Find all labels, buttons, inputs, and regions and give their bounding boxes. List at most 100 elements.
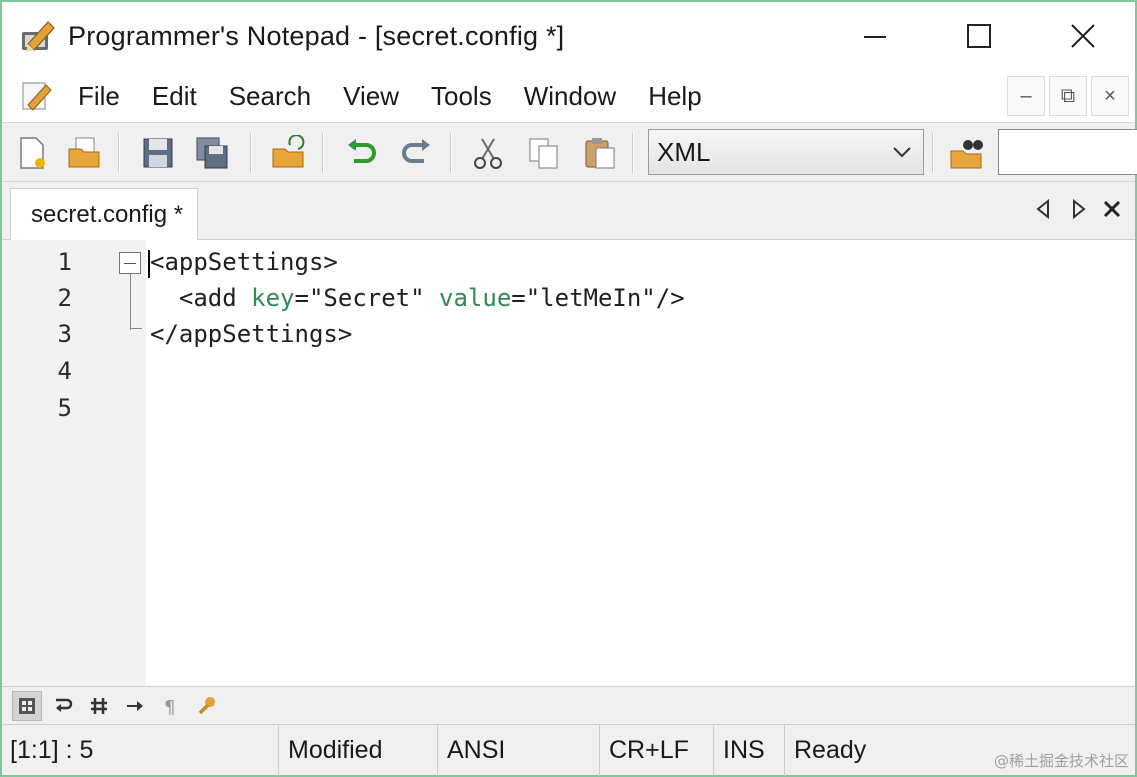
scissors-icon — [474, 138, 502, 169]
grid-icon — [19, 697, 35, 714]
line-number: 5 — [57, 394, 72, 422]
close-icon — [1071, 24, 1095, 48]
new-file-icon — [20, 137, 45, 169]
redo-button[interactable] — [396, 133, 436, 173]
tab-close-button[interactable] — [1099, 194, 1125, 224]
menu-edit[interactable]: Edit — [136, 81, 213, 112]
paste-icon — [585, 138, 615, 169]
menu-bar: File Edit Search View Tools Window Help … — [2, 70, 1135, 122]
revert-button[interactable] — [268, 133, 308, 173]
window-controls — [823, 2, 1135, 70]
line-number: 4 — [57, 357, 72, 385]
tab-secret-config[interactable]: secret.config * — [10, 188, 199, 240]
mdi-close-button[interactable]: × — [1091, 76, 1129, 116]
menu-tools[interactable]: Tools — [415, 81, 508, 112]
code-line-2: <add key="Secret" value="letMeIn"/> — [150, 284, 685, 312]
toolbar-separator — [450, 133, 452, 173]
paste-button[interactable] — [580, 133, 620, 173]
toolbar-separator — [632, 133, 634, 173]
chevron-down-icon — [893, 147, 911, 158]
line-numbers-toggle[interactable] — [12, 690, 42, 721]
menu-search[interactable]: Search — [213, 81, 327, 112]
close-icon — [1103, 200, 1121, 218]
fold-line — [130, 274, 131, 330]
document-tab-strip: secret.config * — [2, 182, 1135, 240]
code-line-1: <appSettings> — [150, 248, 338, 276]
new-button[interactable] — [12, 133, 52, 173]
menu-file[interactable]: File — [62, 81, 136, 112]
line-number: 1 — [57, 248, 72, 276]
main-toolbar: XML — [2, 122, 1137, 182]
save-button[interactable] — [138, 133, 178, 173]
status-line-ending: CR+LF — [601, 725, 714, 776]
save-all-icon — [196, 137, 228, 169]
menu-window[interactable]: Window — [508, 81, 632, 112]
chevron-right-icon — [1073, 198, 1086, 220]
save-all-button[interactable] — [192, 133, 232, 173]
window-title: Programmer's Notepad - [secret.config *] — [68, 20, 565, 51]
xml-text: ="Secret" — [294, 284, 440, 312]
close-icon: × — [1104, 84, 1116, 107]
toolbar-separator — [322, 133, 324, 173]
tab-label: secret.config * — [31, 200, 184, 228]
view-options-bar: ¶ — [2, 686, 1135, 724]
fold-end — [130, 328, 142, 329]
fold-toggle[interactable] — [119, 252, 141, 274]
status-encoding: ANSI — [439, 725, 600, 776]
maximize-icon — [967, 24, 991, 48]
word-wrap-toggle[interactable] — [48, 691, 78, 721]
redo-icon — [402, 139, 430, 163]
undo-button[interactable] — [342, 133, 382, 173]
status-modified: Modified — [280, 725, 438, 776]
line-number: 3 — [57, 320, 72, 348]
minimize-button[interactable] — [823, 2, 927, 70]
close-button[interactable] — [1031, 2, 1135, 70]
tabs-toggle[interactable] — [120, 691, 150, 721]
hash-icon — [91, 697, 107, 714]
xml-tag: </appSettings> — [150, 320, 353, 348]
cut-button[interactable] — [468, 133, 508, 173]
toolbar-separator — [932, 133, 934, 173]
minimize-icon — [864, 36, 886, 38]
menu-view[interactable]: View — [327, 81, 415, 112]
toolbar-separator — [118, 133, 120, 173]
tab-scroll-left-button[interactable] — [1031, 194, 1057, 224]
xml-attribute: value — [439, 284, 512, 312]
tab-scroll-right-button[interactable] — [1065, 194, 1091, 224]
mdi-restore-button[interactable]: ⧉ — [1049, 76, 1087, 116]
find-input[interactable] — [998, 129, 1137, 175]
xml-tag: <appSettings> — [150, 248, 338, 276]
xml-attribute: key — [251, 284, 295, 312]
mdi-minimize-button[interactable]: – — [1007, 76, 1045, 116]
watermark: @稀土掘金技术社区 — [993, 752, 1129, 770]
copy-icon — [529, 138, 558, 169]
restore-icon: ⧉ — [1060, 84, 1076, 107]
pilcrow-icon: ¶ — [164, 697, 175, 717]
tab-navigation — [1031, 194, 1125, 224]
title-bar: Programmer's Notepad - [secret.config *] — [2, 2, 1135, 70]
scheme-dropdown[interactable]: XML — [648, 129, 924, 175]
status-bar: [1:1] : 5 Modified ANSI CR+LF INS Ready … — [2, 724, 1135, 776]
arrow-right-icon — [127, 700, 143, 711]
folder-reload-icon — [272, 135, 305, 168]
find-in-files-button[interactable] — [946, 133, 986, 173]
app-window: Programmer's Notepad - [secret.config *]… — [0, 0, 1137, 777]
copy-button[interactable] — [524, 133, 564, 173]
tools-button[interactable] — [192, 691, 222, 721]
status-position: [1:1] : 5 — [2, 725, 279, 776]
menu-help[interactable]: Help — [632, 81, 717, 112]
whitespace-toggle[interactable] — [84, 691, 114, 721]
minimize-icon: – — [1020, 84, 1032, 107]
undo-icon — [348, 139, 376, 163]
pencil-icon — [22, 21, 55, 52]
open-button[interactable] — [64, 133, 104, 173]
code-editor[interactable]: 1 2 3 4 5 <appSettings> <add key="Secret… — [2, 240, 1135, 686]
eol-toggle[interactable]: ¶ — [156, 691, 186, 721]
chevron-left-icon — [1036, 198, 1049, 220]
binoculars-folder-icon — [950, 140, 983, 169]
toolbar-separator — [250, 133, 252, 173]
scheme-value: XML — [657, 136, 711, 167]
wrench-icon — [198, 696, 215, 714]
xml-text: ="letMeIn"/> — [511, 284, 685, 312]
maximize-button[interactable] — [927, 2, 1031, 70]
